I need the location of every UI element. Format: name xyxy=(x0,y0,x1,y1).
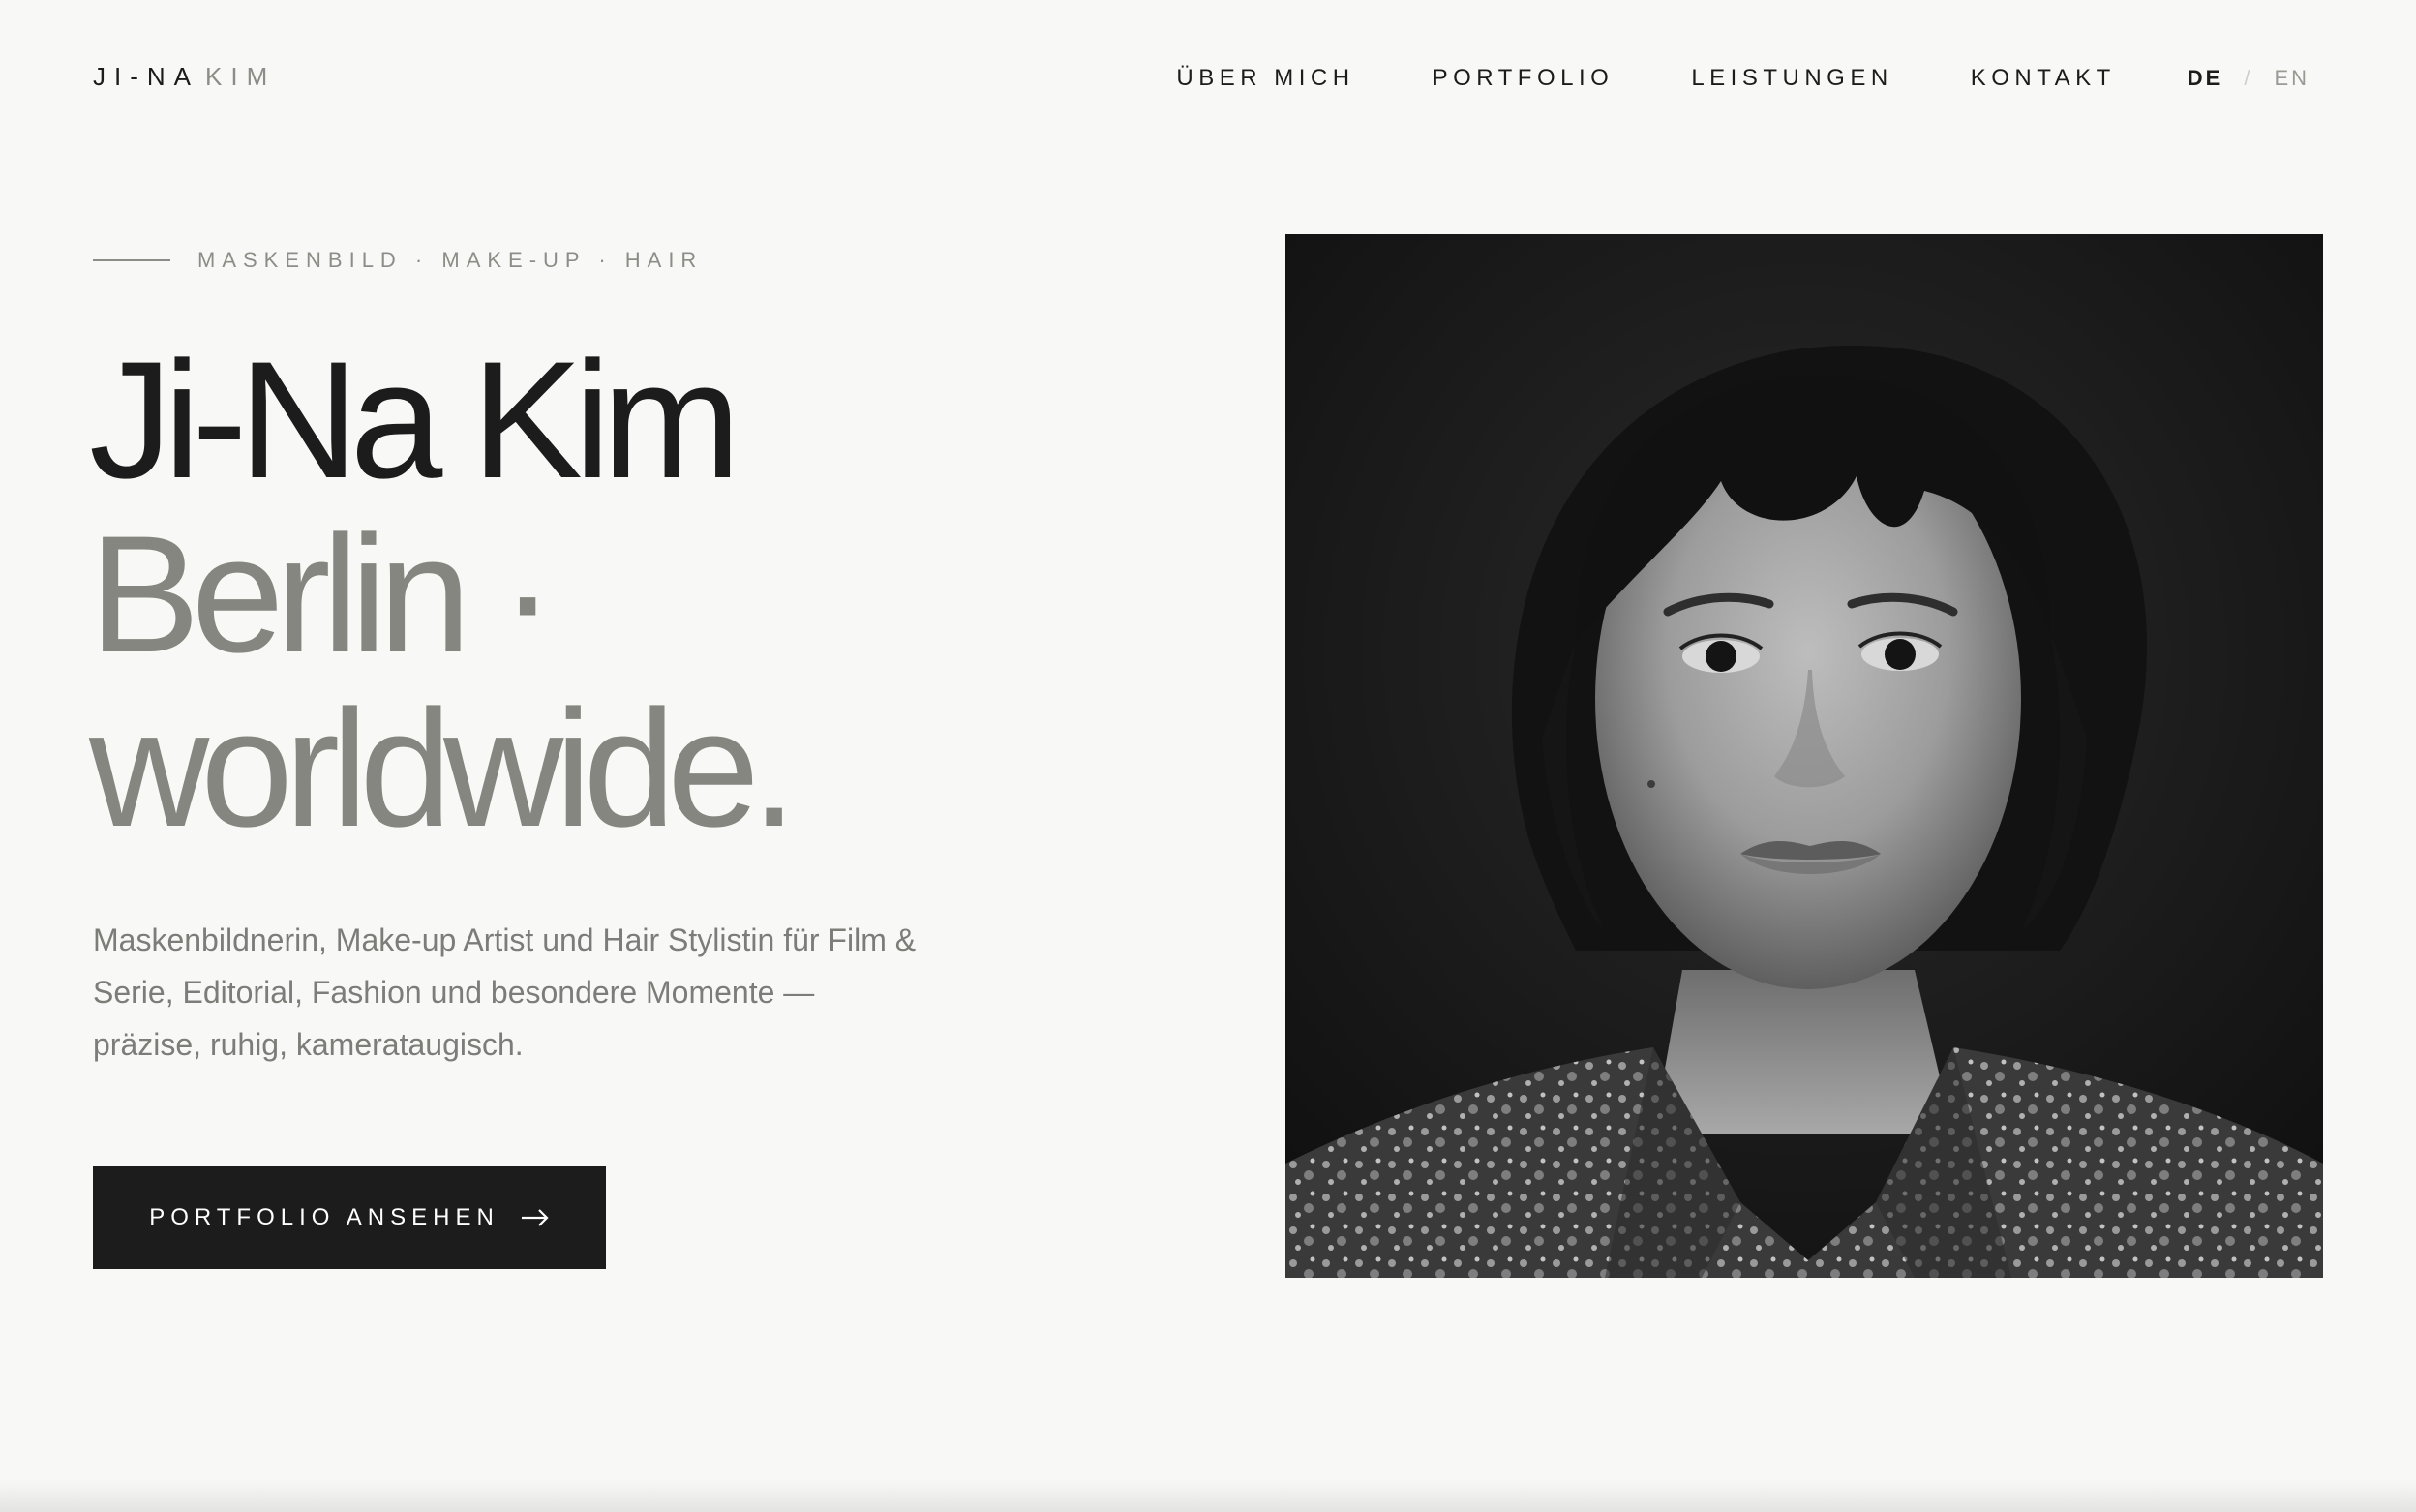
site-header: JI-NA KIM ÜBER MICH PORTFOLIO LEISTUNGEN … xyxy=(0,0,2416,155)
headline-name: Ji-Na Kim xyxy=(89,327,740,513)
language-separator: / xyxy=(2244,66,2253,90)
language-switcher: DE / EN xyxy=(2188,64,2310,93)
main-navigation: ÜBER MICH PORTFOLIO LEISTUNGEN KONTAKT D… xyxy=(1176,64,2310,93)
portrait-illustration xyxy=(1285,234,2323,1278)
arrow-right-icon xyxy=(521,1209,549,1226)
eyebrow-text: MASKENBILD · MAKE-UP · HAIR xyxy=(197,248,704,272)
eyebrow-divider xyxy=(93,259,170,261)
logo-first-name: JI-NA xyxy=(93,62,199,91)
portfolio-button-label: PORTFOLIO ANSEHEN xyxy=(149,1204,499,1230)
nav-item-portfolio[interactable]: PORTFOLIO xyxy=(1433,64,1615,93)
nav-item-about[interactable]: ÜBER MICH xyxy=(1176,64,1354,93)
nav-item-contact[interactable]: KONTAKT xyxy=(1971,64,2116,93)
hero-headline: Ji-Na Kim Berlin · worldwide. xyxy=(89,327,798,862)
site-logo[interactable]: JI-NA KIM xyxy=(93,62,276,91)
nav-item-services[interactable]: LEISTUNGEN xyxy=(1691,64,1892,93)
portfolio-button[interactable]: PORTFOLIO ANSEHEN xyxy=(93,1166,606,1269)
headline-worldwide: worldwide. xyxy=(89,676,798,862)
hero-eyebrow: MASKENBILD · MAKE-UP · HAIR xyxy=(93,246,703,275)
language-de[interactable]: DE xyxy=(2188,64,2223,93)
language-en[interactable]: EN xyxy=(2274,64,2310,93)
bottom-edge xyxy=(0,1479,2416,1512)
portrait-image xyxy=(1285,234,2323,1278)
headline-city: Berlin · xyxy=(89,501,556,687)
hero-intro: Maskenbildnerin, Make-up Artist und Hair… xyxy=(93,922,917,1062)
logo-last-name: KIM xyxy=(205,62,277,91)
